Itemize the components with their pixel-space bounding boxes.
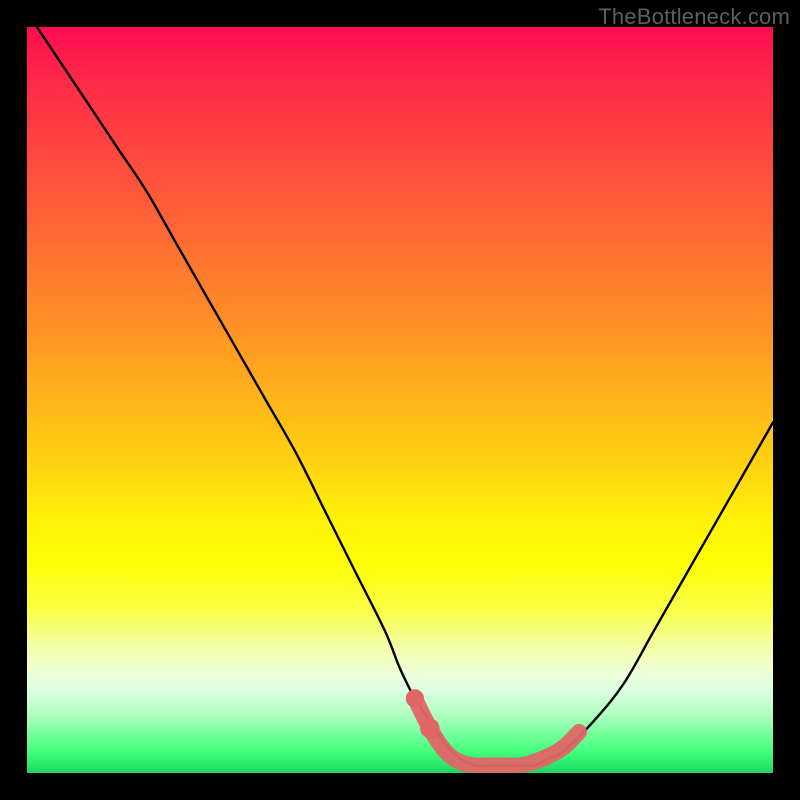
- valley-dot: [420, 718, 440, 738]
- bottleneck-curve: [27, 27, 773, 766]
- chart-svg: [27, 27, 773, 773]
- plot-area: [27, 27, 773, 773]
- valley-dot: [406, 689, 424, 707]
- valley-highlight: [415, 698, 579, 765]
- marker-group: [406, 689, 579, 766]
- outer-frame: TheBottleneck.com: [0, 0, 800, 800]
